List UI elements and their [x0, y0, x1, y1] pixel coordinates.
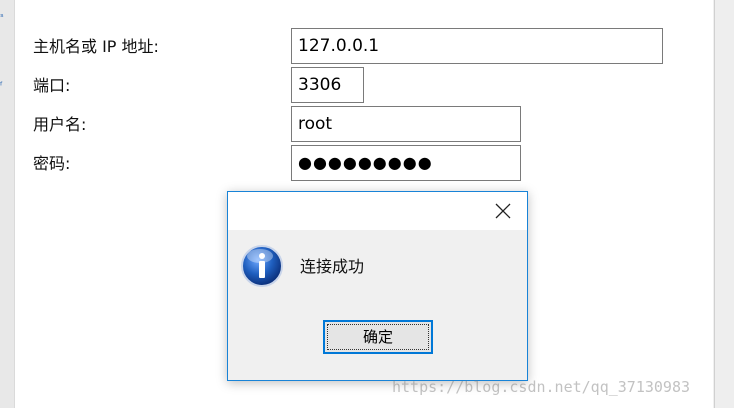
username-label: 用户名:	[33, 115, 87, 134]
password-input[interactable]: ●●●●●●●●●	[291, 145, 521, 181]
watermark: https://blog.csdn.net/qq_37130983	[392, 378, 691, 396]
port-label: 端口:	[33, 76, 71, 95]
close-button[interactable]	[489, 198, 517, 224]
dialog-titlebar	[228, 192, 527, 230]
background-glyph: ᶠ	[0, 81, 3, 92]
host-input[interactable]: 127.0.0.1	[291, 28, 663, 64]
host-label: 主机名或 IP 地址:	[33, 37, 159, 56]
info-icon	[241, 245, 283, 287]
close-icon	[495, 203, 511, 219]
background-glyph: ₛ	[0, 9, 4, 20]
focus-rect	[327, 324, 429, 350]
dialog-message: 连接成功	[300, 257, 365, 276]
message-dialog: 连接成功 确定	[227, 191, 528, 381]
window-right-edge	[714, 0, 734, 408]
background-window-strip: ₛ ᶠ	[0, 0, 15, 408]
ok-button[interactable]: 确定	[323, 320, 433, 354]
port-input[interactable]: 3306	[291, 67, 364, 103]
password-label: 密码:	[33, 154, 71, 173]
username-input[interactable]: root	[291, 106, 521, 142]
